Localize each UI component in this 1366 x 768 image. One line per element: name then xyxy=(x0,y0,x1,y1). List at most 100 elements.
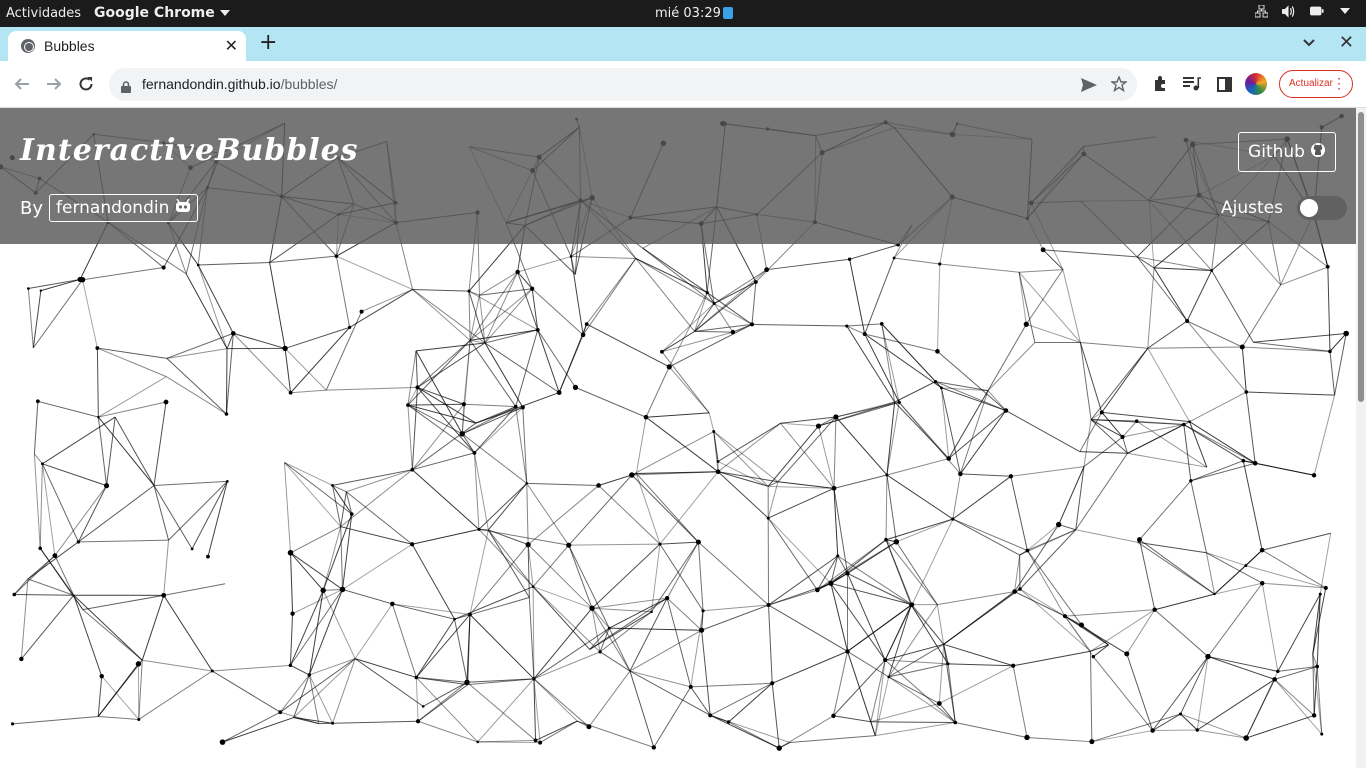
network-edge xyxy=(474,406,517,454)
network-edge xyxy=(98,715,139,720)
forward-icon[interactable] xyxy=(43,73,65,95)
network-node xyxy=(712,430,716,434)
network-edge xyxy=(885,539,938,605)
network-edge xyxy=(290,552,294,614)
notification-icon xyxy=(722,7,733,19)
app-menu[interactable]: Google Chrome xyxy=(94,5,230,21)
network-edge xyxy=(1089,651,1093,742)
github-button[interactable]: Github xyxy=(1238,132,1336,172)
new-tab-button[interactable]: + xyxy=(259,32,277,54)
network-edge xyxy=(1261,583,1279,672)
back-icon[interactable] xyxy=(11,73,33,95)
network-edge xyxy=(948,410,1007,459)
settings-control[interactable]: Ajustes xyxy=(1221,196,1347,220)
network-edge xyxy=(279,658,356,713)
network-edge xyxy=(478,295,486,344)
network-edge xyxy=(884,659,956,723)
network-edge xyxy=(668,366,710,414)
network-node xyxy=(1012,589,1017,594)
network-node xyxy=(566,542,572,548)
network-edge xyxy=(568,544,593,609)
network-edge xyxy=(97,347,167,359)
network-edge xyxy=(461,433,528,484)
tab-search-icon[interactable] xyxy=(1302,35,1316,49)
send-icon[interactable] xyxy=(1081,77,1097,96)
network-node xyxy=(12,592,17,597)
network-node xyxy=(651,745,656,750)
network-edge xyxy=(713,269,767,304)
network-edge xyxy=(886,474,954,520)
network-node xyxy=(897,400,901,404)
clock[interactable]: mié 03:29 xyxy=(655,6,733,21)
network-node xyxy=(290,611,295,616)
network-node xyxy=(776,745,782,751)
network-edge xyxy=(1241,284,1282,348)
network-edge xyxy=(526,482,599,486)
reload-icon[interactable] xyxy=(75,73,97,95)
scrollbar-thumb[interactable] xyxy=(1358,112,1364,402)
network-edge xyxy=(870,702,940,723)
network-node xyxy=(410,467,415,472)
network-edge xyxy=(454,597,530,620)
page-scrollbar[interactable] xyxy=(1356,108,1366,768)
network-edge xyxy=(952,518,1028,551)
network-node xyxy=(946,456,952,461)
network-edge xyxy=(768,604,848,652)
network-edge xyxy=(532,544,570,588)
network-edge xyxy=(706,292,734,333)
network-edge xyxy=(468,291,471,341)
network-edge xyxy=(833,416,837,489)
network-edge xyxy=(222,711,281,743)
lock-icon[interactable] xyxy=(121,78,131,93)
media-playlist-icon[interactable] xyxy=(1181,73,1203,95)
author-link[interactable]: fernandondin xyxy=(49,194,199,222)
network-edge xyxy=(153,485,193,550)
network-edge xyxy=(767,481,779,519)
network-edge xyxy=(461,433,475,454)
network-edge xyxy=(1246,391,1335,396)
network-edge xyxy=(533,678,590,728)
network-edge xyxy=(703,604,769,612)
side-panel-icon[interactable] xyxy=(1213,73,1235,95)
network-edge xyxy=(870,721,956,724)
network-edge xyxy=(417,720,478,743)
update-button[interactable]: Actualizar ⋮ xyxy=(1279,70,1353,98)
system-tray[interactable] xyxy=(1254,4,1352,18)
network-edge xyxy=(166,332,234,359)
network-node xyxy=(1252,460,1258,466)
address-bar[interactable]: fernandondin.github.io/bubbles/ xyxy=(109,68,1137,101)
network-node xyxy=(219,739,226,745)
network-edge xyxy=(935,381,1007,412)
extensions-icon[interactable] xyxy=(1149,73,1171,95)
profile-avatar[interactable] xyxy=(1245,73,1267,95)
clock-label: mié 03:29 xyxy=(655,6,721,21)
network-node xyxy=(883,657,888,663)
network-edge xyxy=(185,273,228,349)
network-node xyxy=(716,460,720,463)
network-edge xyxy=(1091,713,1181,743)
network-edge xyxy=(568,543,660,546)
window-close-icon[interactable]: ✕ xyxy=(1339,32,1354,53)
tab-bubbles[interactable]: Bubbles ✕ xyxy=(8,31,246,61)
network-edge xyxy=(163,595,213,672)
network-edge xyxy=(1246,714,1315,739)
network-node xyxy=(35,399,40,404)
network-edge xyxy=(937,591,1015,606)
network-edge xyxy=(1152,729,1198,732)
network-edge xyxy=(141,595,165,661)
settings-label: Ajustes xyxy=(1221,198,1283,218)
activities-button[interactable]: Actividades xyxy=(6,6,81,21)
network-edge xyxy=(42,463,107,487)
network-node xyxy=(41,462,44,466)
close-tab-icon[interactable]: ✕ xyxy=(225,36,238,55)
network-edge xyxy=(959,410,1007,475)
settings-toggle[interactable] xyxy=(1296,196,1347,220)
network-node xyxy=(535,328,540,332)
network-edge xyxy=(1207,656,1275,680)
page-viewport[interactable]: InteractiveBubbles By fernandondin Githu… xyxy=(0,108,1356,768)
network-node xyxy=(629,472,635,478)
bookmark-star-icon[interactable] xyxy=(1109,75,1129,96)
network-edge xyxy=(232,333,291,394)
network-node xyxy=(1134,419,1139,423)
network-edge xyxy=(1010,466,1085,477)
